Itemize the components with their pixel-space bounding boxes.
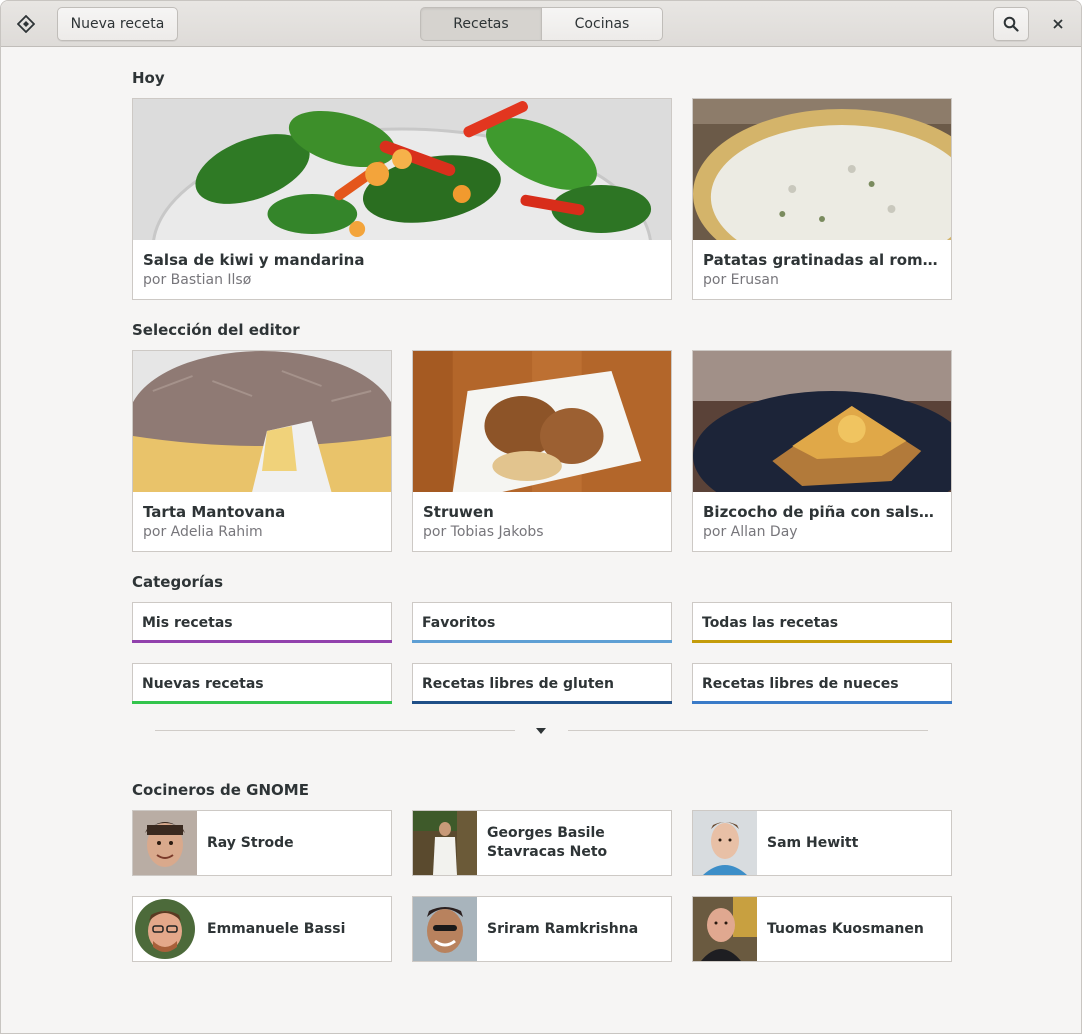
recipe-card[interactable]: Patatas gratinadas al romero por Erusan xyxy=(692,98,952,300)
recipe-photo xyxy=(133,351,391,492)
recipe-photo xyxy=(693,99,951,240)
category-label: Todas las recetas xyxy=(702,614,839,631)
recipe-card[interactable]: Tarta Mantovana por Adelia Rahim xyxy=(132,350,392,552)
recipes-window: Nueva receta Recetas Cocinas Hoy Salsa d… xyxy=(0,0,1082,1034)
category-color-bar xyxy=(692,640,952,643)
chef-tile[interactable]: Emmanuele Bassi xyxy=(132,896,392,962)
gnome-recipes-icon[interactable] xyxy=(11,9,41,39)
chef-name: Sriram Ramkrishna xyxy=(487,920,639,937)
recipe-author: por Allan Day xyxy=(703,524,798,540)
avatar xyxy=(133,811,197,875)
close-icon xyxy=(1053,19,1063,29)
chef-tile[interactable]: Sriram Ramkrishna xyxy=(412,896,672,962)
recipe-title: Bizcocho de piña con salsa de … xyxy=(703,503,941,521)
chef-tile[interactable]: Ray Strode xyxy=(132,810,392,876)
search-icon xyxy=(1003,16,1019,32)
category-color-bar xyxy=(412,701,672,704)
avatar xyxy=(133,897,197,961)
category-label: Recetas libres de nueces xyxy=(702,675,899,692)
chef-name: Tuomas Kuosmanen xyxy=(767,920,924,937)
category-label: Favoritos xyxy=(422,614,496,631)
tab-recetas[interactable]: Recetas xyxy=(420,7,541,41)
recipe-author: por Bastian Ilsø xyxy=(143,272,252,288)
avatar xyxy=(413,897,477,961)
category-mis-recetas[interactable]: Mis recetas xyxy=(132,602,392,643)
categories-expander[interactable] xyxy=(155,722,928,740)
section-title-today: Hoy xyxy=(132,69,165,87)
chef-name: Emmanuele Bassi xyxy=(207,920,346,937)
avatar xyxy=(693,897,757,961)
chef-tile[interactable]: Sam Hewitt xyxy=(692,810,952,876)
chef-tile[interactable]: Georges Basile Stavracas Neto xyxy=(412,810,672,876)
recipe-photo xyxy=(413,351,671,492)
recipe-card[interactable]: Bizcocho de piña con salsa de … por Alla… xyxy=(692,350,952,552)
avatar xyxy=(693,811,757,875)
category-libres-de-gluten[interactable]: Recetas libres de gluten xyxy=(412,663,672,704)
avatar xyxy=(413,811,477,875)
recipe-photo xyxy=(693,351,951,492)
search-button[interactable] xyxy=(993,7,1029,41)
recipe-title: Struwen xyxy=(423,503,494,521)
recipe-author: por Adelia Rahim xyxy=(143,524,263,540)
recipe-title: Patatas gratinadas al romero xyxy=(703,251,941,269)
category-color-bar xyxy=(132,701,392,704)
category-label: Recetas libres de gluten xyxy=(422,675,614,692)
recipe-author: por Erusan xyxy=(703,272,779,288)
recipe-card[interactable]: Struwen por Tobias Jakobs xyxy=(412,350,672,552)
section-title-categories: Categorías xyxy=(132,573,224,591)
chef-tile[interactable]: Tuomas Kuosmanen xyxy=(692,896,952,962)
close-button[interactable] xyxy=(1041,7,1075,41)
category-nuevas-recetas[interactable]: Nuevas recetas xyxy=(132,663,392,704)
chef-name: Georges Basile Stavracas Neto xyxy=(487,825,608,860)
category-color-bar xyxy=(692,701,952,704)
recipe-author: por Tobias Jakobs xyxy=(423,524,544,540)
category-label: Nuevas recetas xyxy=(142,675,264,692)
chef-name: Sam Hewitt xyxy=(767,834,859,851)
view-switcher: Recetas Cocinas xyxy=(420,7,663,41)
category-todas-las-recetas[interactable]: Todas las recetas xyxy=(692,602,952,643)
tab-cocinas[interactable]: Cocinas xyxy=(541,7,663,41)
category-label: Mis recetas xyxy=(142,614,233,631)
recipe-title: Tarta Mantovana xyxy=(143,503,286,521)
chef-name: Ray Strode xyxy=(207,834,294,851)
separator xyxy=(568,730,928,731)
recipe-title: Salsa de kiwi y mandarina xyxy=(143,251,365,269)
pan-down-icon[interactable] xyxy=(536,727,546,735)
recipe-photo xyxy=(133,99,671,240)
new-recipe-button[interactable]: Nueva receta xyxy=(57,7,178,41)
section-title-chefs: Cocineros de GNOME xyxy=(132,781,309,799)
category-libres-de-nueces[interactable]: Recetas libres de nueces xyxy=(692,663,952,704)
separator xyxy=(155,730,515,731)
category-favoritos[interactable]: Favoritos xyxy=(412,602,672,643)
category-color-bar xyxy=(132,640,392,643)
category-color-bar xyxy=(412,640,672,643)
recipe-card[interactable]: Salsa de kiwi y mandarina por Bastian Il… xyxy=(132,98,672,300)
section-title-editor: Selección del editor xyxy=(132,321,300,339)
header-bar: Nueva receta Recetas Cocinas xyxy=(1,1,1081,47)
